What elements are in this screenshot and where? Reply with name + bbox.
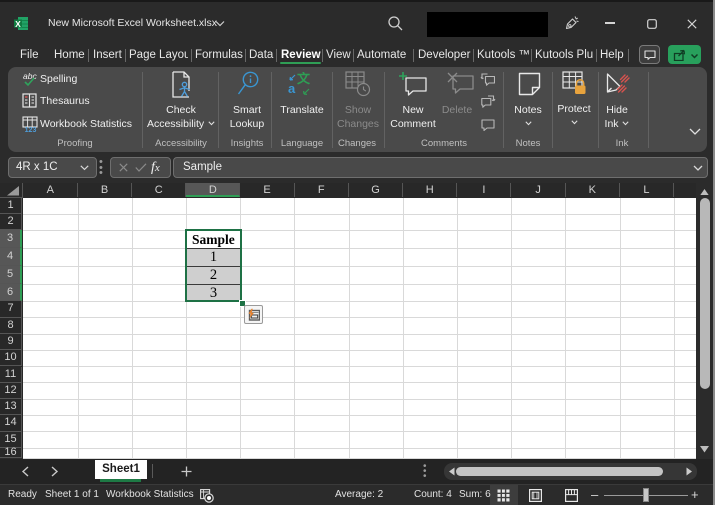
svg-text:a: a (288, 81, 296, 96)
svg-text:X: X (15, 19, 21, 29)
svg-text:abc: abc (23, 71, 37, 81)
svg-text:文: 文 (297, 72, 311, 86)
svg-text:123: 123 (25, 127, 37, 132)
